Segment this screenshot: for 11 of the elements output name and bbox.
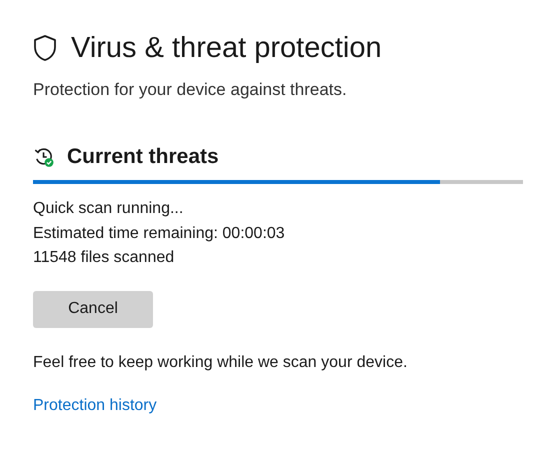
page-subtitle: Protection for your device against threats. [33,79,348,101]
page-title: Virus & threat protection [71,31,382,66]
history-check-icon [33,146,55,168]
status-text: 11548 files scanned [33,248,176,268]
protection-history-link[interactable]: Protection history [33,396,157,414]
cancel-button[interactable]: Cancel [33,290,153,328]
info-text: Feel free to keep working while we scan your device. [33,352,408,372]
status-text: Quick scan running... [33,199,184,219]
status-text: Estimated time remaining: 00:00:03 [33,224,286,244]
shield-icon [33,34,57,62]
section-heading: Current threats [67,144,219,170]
